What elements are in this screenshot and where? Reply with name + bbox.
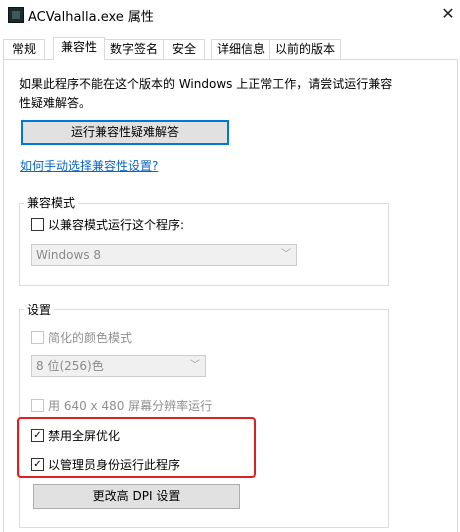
chevron-down-icon: ﹀ [281, 249, 291, 260]
tab-digital-signatures[interactable]: 数字签名 [103, 39, 165, 59]
title-bar: ACValhalla.exe 属性 ✕ [0, 0, 460, 30]
manual-settings-link[interactable]: 如何手动选择兼容性设置? [20, 157, 158, 174]
settings-group-label: 设置 [24, 301, 55, 318]
res640-row: 用 640 x 480 屏幕分辨率运行 [31, 397, 212, 414]
compat-mode-group-label: 兼容模式 [24, 194, 79, 211]
color-mode-value: 8 位(256)色 [36, 359, 104, 373]
chevron-down-icon: ﹀ [190, 360, 200, 371]
intro-text: 如果此程序不能在这个版本的 Windows 上正常工作，请尝试运行兼容性疑难解答… [19, 77, 393, 110]
compat-mode-checkbox-row[interactable]: 以兼容模式运行这个程序: [31, 216, 184, 233]
change-dpi-button[interactable]: 更改高 DPI 设置 [33, 484, 240, 509]
tab-strip: 常规 兼容性 数字签名 安全 详细信息 以前的版本 [0, 37, 460, 60]
tab-details[interactable]: 详细信息 [211, 39, 271, 59]
reduced-color-checkbox [31, 331, 44, 344]
res640-label: 用 640 x 480 屏幕分辨率运行 [48, 399, 213, 413]
app-icon [8, 7, 24, 23]
os-version-value: Windows 8 [36, 248, 102, 262]
res640-checkbox [31, 399, 44, 412]
reduced-color-row: 简化的颜色模式 [31, 329, 132, 346]
compat-mode-checkbox-label: 以兼容模式运行这个程序: [48, 218, 185, 232]
close-icon[interactable]: ✕ [436, 2, 460, 26]
tab-compatibility[interactable]: 兼容性 [53, 37, 105, 60]
tab-general[interactable]: 常规 [3, 39, 45, 59]
os-version-dropdown[interactable]: Windows 8 ﹀ [31, 244, 297, 266]
tab-previous-versions[interactable]: 以前的版本 [269, 39, 341, 59]
highlight-box [17, 417, 256, 478]
tab-security[interactable]: 安全 [163, 39, 205, 59]
run-troubleshooter-button[interactable]: 运行兼容性疑难解答 [21, 120, 229, 145]
color-mode-dropdown: 8 位(256)色 ﹀ [31, 355, 206, 377]
reduced-color-label: 简化的颜色模式 [48, 331, 133, 345]
compat-mode-checkbox[interactable] [31, 218, 44, 231]
window-title: ACValhalla.exe 属性 [28, 10, 154, 25]
